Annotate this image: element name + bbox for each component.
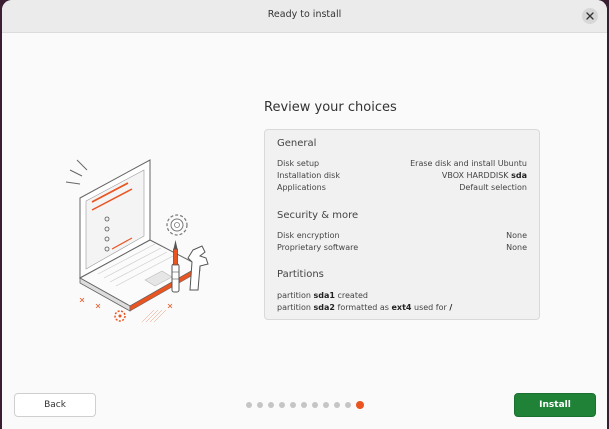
step-dot: [345, 402, 351, 408]
close-icon: [586, 12, 594, 20]
step-dot: [323, 402, 329, 408]
row-installation-disk: Installation disk VBOX HARDDISK sda: [277, 171, 527, 183]
step-dot: [268, 402, 274, 408]
row-key: Installation disk: [277, 171, 340, 180]
step-dot: [257, 402, 263, 408]
step-dot: [312, 402, 318, 408]
title-bar: Ready to install: [2, 0, 607, 33]
laptop-tools-illustration: [65, 159, 209, 323]
section-title-security: Security & more: [277, 210, 359, 221]
row-value: VBOX HARDDISK sda: [441, 171, 527, 180]
step-dot: [279, 402, 285, 408]
step-progress-dots: [246, 401, 364, 409]
back-button[interactable]: Back: [14, 393, 96, 417]
step-dot: [246, 402, 252, 408]
partition-line-sda2: partition sda2 formatted as ext4 used fo…: [277, 303, 453, 312]
section-title-partitions: Partitions: [277, 269, 324, 280]
row-value: Erase disk and install Ubuntu: [410, 159, 527, 168]
partition-line-sda1: partition sda1 created: [277, 291, 368, 300]
row-disk-setup: Disk setup Erase disk and install Ubuntu: [277, 159, 527, 171]
close-button[interactable]: [582, 8, 598, 24]
review-summary-card: General Disk setup Erase disk and instal…: [264, 129, 540, 320]
row-key: Applications: [277, 183, 326, 192]
row-key: Proprietary software: [277, 243, 359, 252]
row-applications: Applications Default selection: [277, 183, 527, 195]
row-key: Disk encryption: [277, 231, 340, 240]
review-heading: Review your choices: [264, 100, 397, 115]
install-button[interactable]: Install: [514, 393, 596, 417]
row-key: Disk setup: [277, 159, 320, 168]
step-dot-current: [356, 401, 364, 409]
installer-window: Ready to install Review your choices Gen…: [2, 0, 607, 429]
row-disk-encryption: Disk encryption None: [277, 231, 527, 243]
step-dot: [334, 402, 340, 408]
row-value: Default selection: [459, 183, 527, 192]
window-title: Ready to install: [267, 9, 342, 20]
main-content: Review your choices General Disk setup E…: [2, 33, 607, 388]
row-value: None: [506, 231, 527, 240]
step-dot: [290, 402, 296, 408]
row-proprietary-software: Proprietary software None: [277, 243, 527, 255]
step-dot: [301, 402, 307, 408]
row-value: None: [506, 243, 527, 252]
section-title-general: General: [277, 138, 317, 149]
